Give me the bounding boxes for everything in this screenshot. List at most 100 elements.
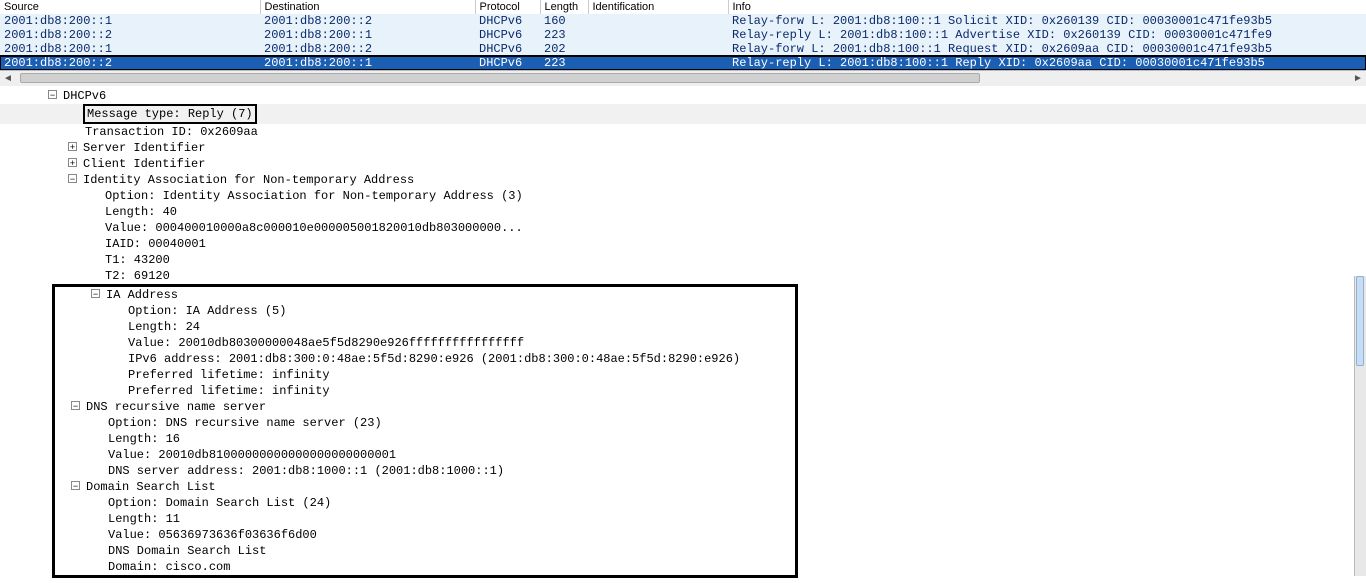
tree-dns-length[interactable]: Length: 16 [55,431,795,447]
tree-iana-value[interactable]: Value: 000400010000a8c000010e00000500182… [0,220,1366,236]
tree-iaaddr-ipv6[interactable]: IPv6 address: 2001:db8:300:0:48ae:5f5d:8… [55,351,795,367]
scroll-left-icon[interactable]: ◄ [0,71,16,87]
scroll-thumb[interactable] [20,73,980,83]
table-row[interactable]: 2001:db8:200::12001:db8:200::2DHCPv6202R… [0,42,1366,56]
tree-iana-option[interactable]: Option: Identity Association for Non-tem… [0,188,1366,204]
tree-label: Length: 24 [128,320,200,334]
cell-dst: 2001:db8:200::1 [260,56,475,70]
col-header-info[interactable]: Info [728,0,1366,14]
collapse-icon[interactable]: − [71,481,80,490]
tree-label: Value: 20010db81000000000000000000000001 [108,448,396,462]
tree-label: IA Address [106,288,178,302]
tree-transaction-id[interactable]: Transaction ID: 0x2609aa [0,124,1366,140]
tree-iana-length[interactable]: Length: 40 [0,204,1366,220]
cell-info: Relay-reply L: 2001:db8:100::1 Advertise… [728,28,1366,42]
tree-iaaddr-length[interactable]: Length: 24 [55,319,795,335]
cell-proto: DHCPv6 [475,42,540,56]
tree-iaaddr-pref2[interactable]: Preferred lifetime: infinity [55,383,795,399]
tree-dns-value[interactable]: Value: 20010db81000000000000000000000001 [55,447,795,463]
packet-details-tree[interactable]: −DHCPv6 Message type: Reply (7) Transact… [0,86,1366,578]
packet-list-hscrollbar[interactable]: ◄ ► [0,70,1366,86]
tree-label: Domain Search List [86,480,216,494]
collapse-icon[interactable]: − [48,90,57,99]
tree-label: Transaction ID: 0x2609aa [85,125,258,139]
tree-iaaddr-value[interactable]: Value: 20010db80300000048ae5f5d8290e926f… [55,335,795,351]
cell-info: Relay-reply L: 2001:db8:100::1 Reply XID… [728,56,1366,70]
tree-label: Option: Identity Association for Non-tem… [105,189,523,203]
tree-label: Option: IA Address (5) [128,304,286,318]
table-row[interactable]: 2001:db8:200::12001:db8:200::2DHCPv6160R… [0,14,1366,28]
tree-message-type[interactable]: Message type: Reply (7) [0,104,1366,124]
tree-label: DNS Domain Search List [108,544,266,558]
tree-label: Message type: Reply (7) [83,104,257,124]
collapse-icon[interactable]: − [71,401,80,410]
cell-proto: DHCPv6 [475,28,540,42]
cell-len: 223 [540,28,588,42]
tree-label: Identity Association for Non-temporary A… [83,173,414,187]
cell-info: Relay-forw L: 2001:db8:100::1 Request XI… [728,42,1366,56]
tree-label: DNS server address: 2001:db8:1000::1 (20… [108,464,504,478]
tree-label: Value: 000400010000a8c000010e00000500182… [105,221,523,235]
tree-iaaddr-option[interactable]: Option: IA Address (5) [55,303,795,319]
tree-label: Value: 20010db80300000048ae5f5d8290e926f… [128,336,524,350]
cell-proto: DHCPv6 [475,14,540,28]
scroll-right-icon[interactable]: ► [1350,71,1366,87]
tree-dns-option[interactable]: Option: DNS recursive name server (23) [55,415,795,431]
tree-dsl[interactable]: −Domain Search List [55,479,795,495]
cell-dst: 2001:db8:200::1 [260,28,475,42]
collapse-icon[interactable]: − [68,174,77,183]
cell-len: 160 [540,14,588,28]
tree-label: Option: Domain Search List (24) [108,496,331,510]
tree-iana-iaid[interactable]: IAID: 00040001 [0,236,1366,252]
tree-label: Server Identifier [83,141,205,155]
cell-src: 2001:db8:200::2 [0,28,260,42]
tree-label: Length: 40 [105,205,177,219]
col-header-destination[interactable]: Destination [260,0,475,14]
tree-server-identifier[interactable]: + Server Identifier [0,140,1366,156]
tree-dsl-list[interactable]: DNS Domain Search List [55,543,795,559]
packet-list-header[interactable]: Source Destination Protocol Length Ident… [0,0,1366,14]
vscroll-thumb[interactable] [1356,276,1364,366]
tree-iaaddr-pref1[interactable]: Preferred lifetime: infinity [55,367,795,383]
tree-dsl-option[interactable]: Option: Domain Search List (24) [55,495,795,511]
cell-dst: 2001:db8:200::2 [260,14,475,28]
tree-label: T2: 69120 [105,269,170,283]
tree-label: Domain: cisco.com [108,560,230,574]
cell-info: Relay-forw L: 2001:db8:100::1 Solicit XI… [728,14,1366,28]
tree-label: Option: DNS recursive name server (23) [108,416,382,430]
col-header-source[interactable]: Source [0,0,260,14]
details-vscrollbar[interactable] [1354,276,1366,576]
tree-label: IAID: 00040001 [105,237,206,251]
cell-proto: DHCPv6 [475,56,540,70]
tree-iana-t1[interactable]: T1: 43200 [0,252,1366,268]
table-row[interactable]: 2001:db8:200::22001:db8:200::1DHCPv6223R… [0,56,1366,70]
tree-iana[interactable]: −Identity Association for Non-temporary … [0,172,1366,188]
tree-dhcpv6[interactable]: −DHCPv6 [0,88,1366,104]
cell-id [588,28,728,42]
tree-label: Length: 16 [108,432,180,446]
tree-dns-addr[interactable]: DNS server address: 2001:db8:1000::1 (20… [55,463,795,479]
tree-client-identifier[interactable]: + Client Identifier [0,156,1366,172]
col-header-identification[interactable]: Identification [588,0,728,14]
cell-src: 2001:db8:200::2 [0,56,260,70]
tree-dsl-length[interactable]: Length: 11 [55,511,795,527]
tree-label: Length: 11 [108,512,180,526]
tree-iana-t2[interactable]: T2: 69120 [0,268,1366,284]
tree-dsl-domain[interactable]: Domain: cisco.com [55,559,795,575]
expand-icon[interactable]: + [68,142,77,151]
col-header-protocol[interactable]: Protocol [475,0,540,14]
expand-icon[interactable]: + [68,158,77,167]
tree-iaaddr[interactable]: −IA Address [55,287,795,303]
col-header-length[interactable]: Length [540,0,588,14]
tree-label: T1: 43200 [105,253,170,267]
tree-label: DNS recursive name server [86,400,266,414]
tree-label: Client Identifier [83,157,205,171]
packet-list-table[interactable]: Source Destination Protocol Length Ident… [0,0,1366,70]
table-row[interactable]: 2001:db8:200::22001:db8:200::1DHCPv6223 R… [0,28,1366,42]
tree-dns[interactable]: −DNS recursive name server [55,399,795,415]
cell-id [588,14,728,28]
tree-label: Preferred lifetime: infinity [128,384,330,398]
tree-dsl-value[interactable]: Value: 05636973636f03636f6d00 [55,527,795,543]
tree-label: DHCPv6 [63,89,106,103]
collapse-icon[interactable]: − [91,289,100,298]
